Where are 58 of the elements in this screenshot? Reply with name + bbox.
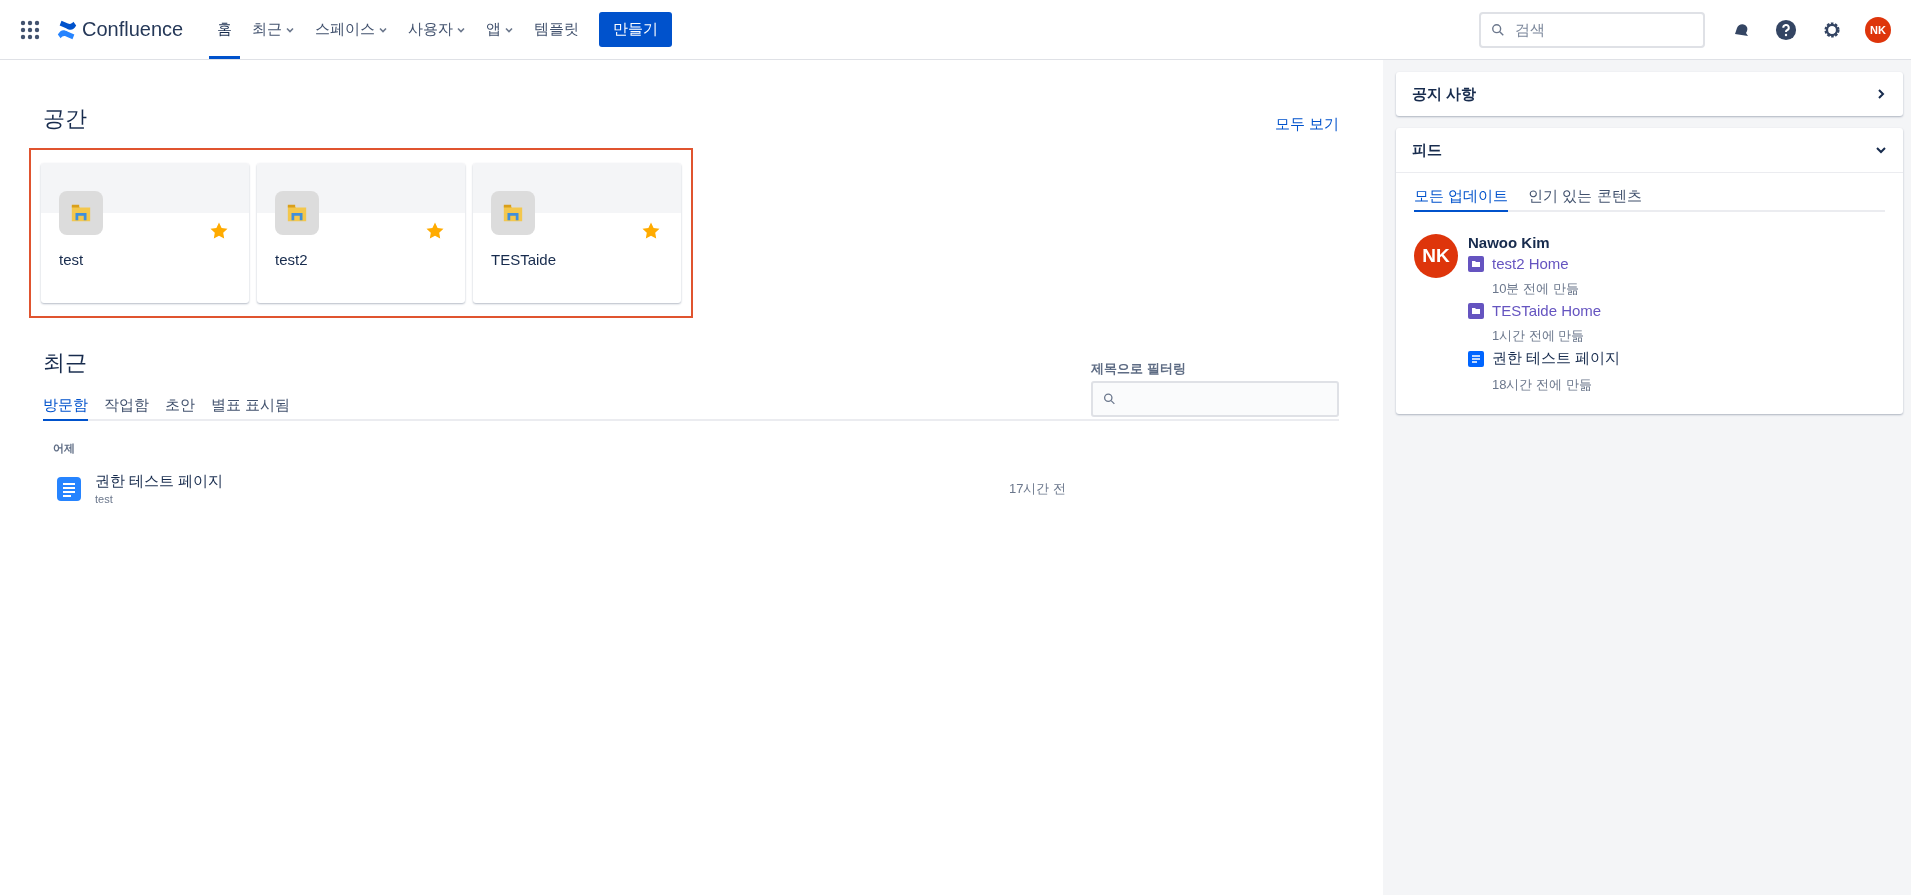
space-icon — [491, 191, 535, 235]
section-title: 공간 — [43, 105, 87, 133]
view-all-link[interactable]: 모두 보기 — [1274, 115, 1339, 134]
space-name: test — [95, 493, 114, 505]
tab[interactable]: 초안 — [165, 396, 195, 421]
panel-title: 피드 — [1412, 140, 1442, 160]
filter-label: 제목으로 필터링 — [1091, 360, 1187, 378]
space-name: TESTaide — [491, 251, 557, 268]
search-icon — [1491, 22, 1505, 37]
confluence-logo-icon — [56, 18, 78, 41]
page-icon — [1468, 350, 1484, 367]
tab[interactable]: 작업함 — [104, 396, 149, 421]
user-avatar[interactable]: NK — [1414, 234, 1458, 278]
tab[interactable]: 방문함 — [43, 396, 88, 421]
tab[interactable]: 별표 표시됨 — [211, 396, 291, 421]
announcements-panel[interactable]: 공지 사항 — [1396, 72, 1903, 116]
space-card[interactable]: test — [41, 163, 249, 303]
chevron-right-icon[interactable] — [1875, 88, 1887, 100]
search-field[interactable]: 검색 — [1479, 11, 1705, 48]
star-icon[interactable] — [641, 221, 661, 241]
nav-item[interactable]: 최근 — [244, 0, 304, 59]
feed-item-link[interactable]: test2 Home — [1492, 255, 1569, 272]
space-name: test2 — [275, 251, 308, 268]
user-avatar[interactable]: NK — [1865, 16, 1891, 43]
nav-item[interactable]: 템플릿 — [526, 0, 588, 59]
time-text: 17시간 전 — [1009, 479, 1067, 498]
create-button[interactable]: 만들기 — [599, 12, 673, 47]
app-grid-icon[interactable] — [20, 19, 40, 40]
group-heading: 어제 — [53, 441, 76, 456]
chevron-down-icon[interactable] — [1875, 144, 1887, 156]
panel-title: 공지 사항 — [1412, 84, 1477, 104]
filter-field[interactable] — [1091, 381, 1339, 417]
feed-item-meta: 1시간 전에 만듦 — [1492, 327, 1586, 345]
folder-icon — [1468, 302, 1484, 319]
help-icon[interactable] — [1775, 18, 1797, 41]
space-card[interactable]: test2 — [257, 163, 465, 303]
product-name[interactable]: Confluence — [82, 18, 184, 41]
nav-item[interactable]: 앱 — [478, 0, 523, 59]
search-icon — [1103, 392, 1116, 406]
space-icon — [59, 191, 103, 235]
space-icon — [275, 191, 319, 235]
nav-item[interactable]: 스페이스 — [307, 0, 397, 59]
space-card[interactable]: TESTaide — [473, 163, 681, 303]
star-icon[interactable] — [209, 221, 229, 241]
page-icon — [57, 476, 81, 501]
star-icon[interactable] — [425, 221, 445, 241]
feed-item-link[interactable]: TESTaide Home — [1492, 302, 1602, 319]
space-name: test — [59, 251, 84, 268]
page-title-link[interactable]: 권한 테스트 페이지 — [95, 472, 995, 491]
feed-item-meta: 10분 전에 만듦 — [1492, 280, 1580, 298]
section-title: 최근 — [43, 349, 88, 377]
nav-item[interactable]: 사용자 — [400, 0, 475, 59]
feed-item-link[interactable]: 권한 테스트 페이지 — [1492, 349, 1621, 368]
folder-icon — [1468, 255, 1484, 272]
user-name[interactable]: Nawoo Kim — [1468, 234, 1621, 251]
tab[interactable]: 인기 있는 콘텐츠 — [1528, 187, 1642, 212]
feed-item-meta: 18시간 전에 만듦 — [1492, 376, 1593, 394]
tab[interactable]: 모든 업데이트 — [1414, 187, 1509, 212]
